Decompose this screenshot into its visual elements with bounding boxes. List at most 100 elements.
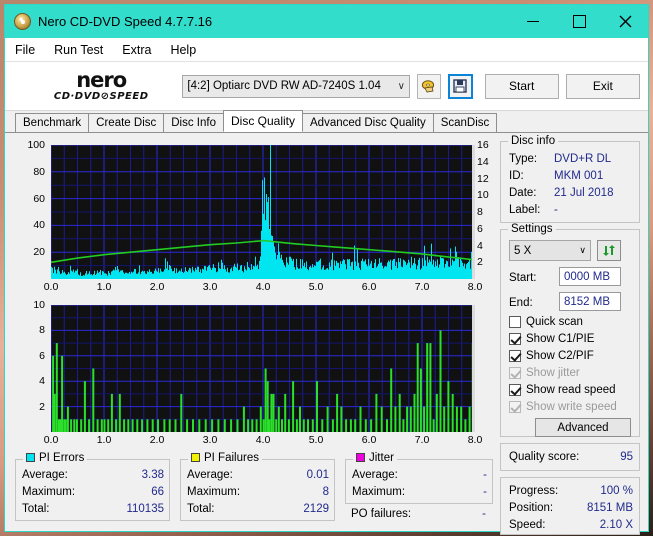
- checkbox-label: Show write speed: [526, 401, 617, 413]
- checkbox-quick-scan[interactable]: Quick scan: [509, 316, 583, 328]
- minimize-button[interactable]: [510, 5, 556, 38]
- drive-select[interactable]: [4:2] Optiarc DVD RW AD-7240S 1.04 ∨: [182, 74, 410, 98]
- po-failures-label: PO failures:: [351, 508, 412, 520]
- drive-select-value: [4:2] Optiarc DVD RW AD-7240S 1.04: [187, 80, 381, 92]
- end-label: End:: [509, 297, 533, 309]
- speed-ytick-4: 4: [477, 239, 483, 252]
- pif-ytick-2: 2: [39, 400, 45, 413]
- settings-caption: Settings: [508, 223, 556, 235]
- progress-value: 100 %: [600, 485, 633, 497]
- nero-cd-dvd-speed-window: Nero CD-DVD Speed 4.7.7.16 File Run Test…: [4, 4, 649, 535]
- chevron-down-icon: ∨: [397, 80, 405, 92]
- jitter-average-value: -: [483, 469, 487, 481]
- pie-xtick-3: 3.0: [202, 281, 218, 293]
- pie-xtick-4: 4.0: [255, 281, 271, 293]
- speed-select[interactable]: 5 X ∨: [509, 240, 591, 261]
- title-bar: Nero CD-DVD Speed 4.7.7.16: [5, 5, 648, 38]
- menu-item-extra[interactable]: Extra: [122, 43, 151, 57]
- speed-ytick-14: 14: [477, 155, 489, 168]
- maximize-button[interactable]: [556, 5, 602, 38]
- pi-errors-maximum-value: 66: [151, 486, 164, 498]
- speed-ytick-2: 2: [477, 256, 483, 269]
- speed-select-value: 5 X: [514, 244, 532, 257]
- pie-xtick-7: 7.0: [414, 281, 430, 293]
- pie-ytick-40: 40: [33, 219, 45, 232]
- pie-xtick-5: 5.0: [308, 281, 324, 293]
- tab-scandisc[interactable]: ScanDisc: [432, 113, 498, 132]
- tab-advanced-disc-quality[interactable]: Advanced Disc Quality: [302, 113, 434, 132]
- menu-item-file[interactable]: File: [15, 43, 35, 57]
- end-field[interactable]: 8152 MB: [559, 292, 621, 311]
- pie-ytick-20: 20: [33, 246, 45, 259]
- tab-disc-quality[interactable]: Disc Quality: [223, 110, 304, 132]
- pif-xtick-1: 1.0: [96, 434, 112, 446]
- tab-benchmark[interactable]: Benchmark: [15, 113, 90, 132]
- pie-ytick-80: 80: [33, 165, 45, 178]
- window-title: Nero CD-DVD Speed 4.7.7.16: [38, 14, 213, 29]
- pie-xtick-1: 1.0: [96, 281, 112, 293]
- pi-failures-total-label: Total:: [187, 503, 215, 515]
- speed-value: 2.10 X: [599, 519, 633, 531]
- refresh-button[interactable]: [597, 240, 621, 261]
- pi-errors-average-label: Average:: [22, 469, 68, 481]
- menu-item-help[interactable]: Help: [170, 43, 196, 57]
- checkbox-show-c2-pif[interactable]: Show C2/PIF: [509, 350, 594, 362]
- disc-label-value: -: [554, 204, 558, 216]
- pie-chart: 100 80 60 40 20 16 14 12 10 8 6 4 2 0.0 …: [11, 137, 493, 297]
- exit-button[interactable]: Exit: [565, 73, 640, 99]
- checkbox-box: [509, 384, 521, 396]
- save-button[interactable]: [448, 73, 473, 99]
- checkbox-box: [509, 350, 521, 362]
- close-button[interactable]: [602, 5, 648, 38]
- advanced-button[interactable]: Advanced: [535, 418, 631, 437]
- disc-type-value: DVD+R DL: [554, 153, 612, 165]
- checkbox-label: Show C2/PIF: [526, 350, 594, 362]
- pi-errors-caption: PI Errors: [39, 452, 85, 464]
- start-button[interactable]: Start: [484, 73, 559, 99]
- tab-create-disc[interactable]: Create Disc: [88, 113, 165, 132]
- pi-failures-average-label: Average:: [187, 469, 233, 481]
- start-label: Start:: [509, 272, 537, 284]
- checkbox-show-jitter: Show jitter: [509, 367, 580, 379]
- pie-xtick-8: 8.0: [467, 281, 483, 293]
- disc-id-value: MKM 001: [554, 170, 604, 182]
- pi-errors-total-label: Total:: [22, 503, 50, 515]
- toolbar: nero CD·DVD⊘SPEED [4:2] Optiarc DVD RW A…: [5, 62, 648, 111]
- checkbox-show-read-speed[interactable]: Show read speed: [509, 384, 616, 396]
- menu-item-run-test[interactable]: Run Test: [54, 43, 103, 57]
- jitter-maximum-label: Maximum:: [352, 486, 406, 498]
- position-value: 8151 MB: [586, 502, 633, 514]
- pie-plot-area: [51, 145, 475, 279]
- start-field[interactable]: 0000 MB: [559, 267, 621, 286]
- checkbox-box: [509, 316, 521, 328]
- menu-bar: File Run Test Extra Help: [5, 38, 648, 62]
- pif-plot-area: [51, 305, 475, 432]
- position-label: Position:: [509, 502, 554, 514]
- pif-xtick-2: 2.0: [149, 434, 165, 446]
- jitter-color-swatch: [356, 453, 365, 462]
- quality-score-value: 95: [620, 451, 633, 463]
- tab-disc-info[interactable]: Disc Info: [163, 113, 224, 132]
- pi-errors-total-value: 110135: [126, 503, 164, 515]
- pif-xtick-8: 8.0: [467, 434, 483, 446]
- pif-xtick-3: 3.0: [202, 434, 218, 446]
- pi-failures-maximum-label: Maximum:: [187, 486, 241, 498]
- pi-errors-average-value: 3.38: [141, 469, 164, 481]
- checkbox-box: [509, 367, 521, 379]
- refresh-arrows-icon: [603, 245, 615, 256]
- disc-label-label: Label:: [509, 204, 541, 216]
- pie-xtick-2: 2.0: [149, 281, 165, 293]
- disc-quality-panel: 100 80 60 40 20 16 14 12 10 8 6 4 2 0.0 …: [5, 133, 648, 535]
- checkbox-show-c1-pie[interactable]: Show C1/PIE: [509, 333, 594, 345]
- checkbox-label: Show read speed: [526, 384, 616, 396]
- disc-id-label: ID:: [509, 170, 524, 182]
- progress-group: Progress: 100 % Position: 8151 MB Speed:…: [500, 477, 640, 535]
- pi-failures-average-value: 0.01: [306, 469, 329, 481]
- progress-label: Progress:: [509, 485, 559, 497]
- disc-type-label: Type:: [509, 153, 538, 165]
- speed-ytick-10: 10: [477, 189, 489, 202]
- speed-ytick-6: 6: [477, 222, 483, 235]
- eject-button[interactable]: [416, 73, 442, 99]
- checkbox-show-write-speed: Show write speed: [509, 401, 617, 413]
- pi-errors-group: PI Errors Average: 3.38 Maximum: 66 Total:…: [15, 452, 170, 521]
